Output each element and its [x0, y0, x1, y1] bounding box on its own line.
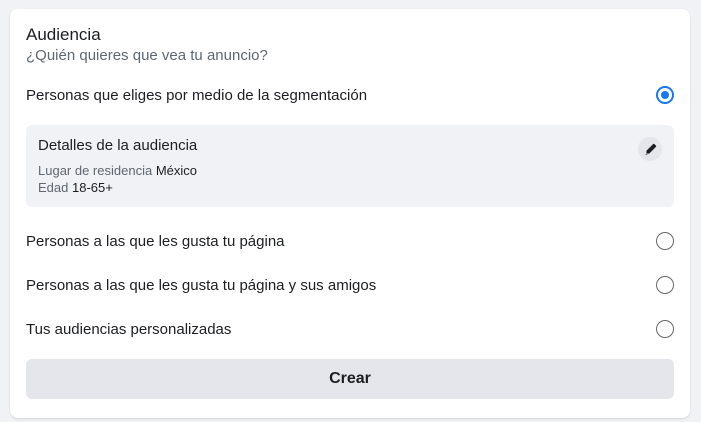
audience-card: Audiencia ¿Quién quieres que vea tu anun…	[10, 9, 690, 418]
audience-details-panel: Detalles de la audiencia Lugar de reside…	[26, 125, 674, 207]
section-subtitle: ¿Quién quieres que vea tu anuncio?	[26, 47, 268, 64]
option-targeting[interactable]: Personas que eliges por medio de la segm…	[26, 83, 674, 107]
edit-button[interactable]	[638, 137, 662, 161]
option-page-likes-friends[interactable]: Personas a las que les gusta tu página y…	[26, 273, 674, 297]
location-row: Lugar de residencia México	[38, 163, 197, 179]
age-row: Edad 18-65+	[38, 180, 113, 196]
option-custom-audiences[interactable]: Tus audiencias personalizadas	[26, 317, 674, 341]
radio-unselected-icon[interactable]	[656, 320, 674, 338]
age-label: Edad	[38, 180, 69, 195]
details-title: Detalles de la audiencia	[38, 137, 198, 154]
radio-selected-icon[interactable]	[656, 86, 674, 104]
option-label: Personas a las que les gusta tu página y…	[26, 276, 377, 294]
option-label: Personas que eliges por medio de la segm…	[26, 86, 368, 104]
option-label: Personas a las que les gusta tu página	[26, 232, 285, 250]
pencil-icon	[645, 143, 656, 155]
location-label: Lugar de residencia	[38, 163, 153, 178]
section-title: Audiencia	[26, 25, 101, 44]
option-page-likes[interactable]: Personas a las que les gusta tu página	[26, 229, 674, 253]
age-value: 18-65+	[72, 180, 113, 195]
location-value: México	[155, 163, 198, 178]
option-label: Tus audiencias personalizadas	[26, 320, 232, 338]
radio-unselected-icon[interactable]	[656, 232, 674, 250]
create-button[interactable]: Crear	[26, 359, 674, 399]
radio-unselected-icon[interactable]	[656, 276, 674, 294]
